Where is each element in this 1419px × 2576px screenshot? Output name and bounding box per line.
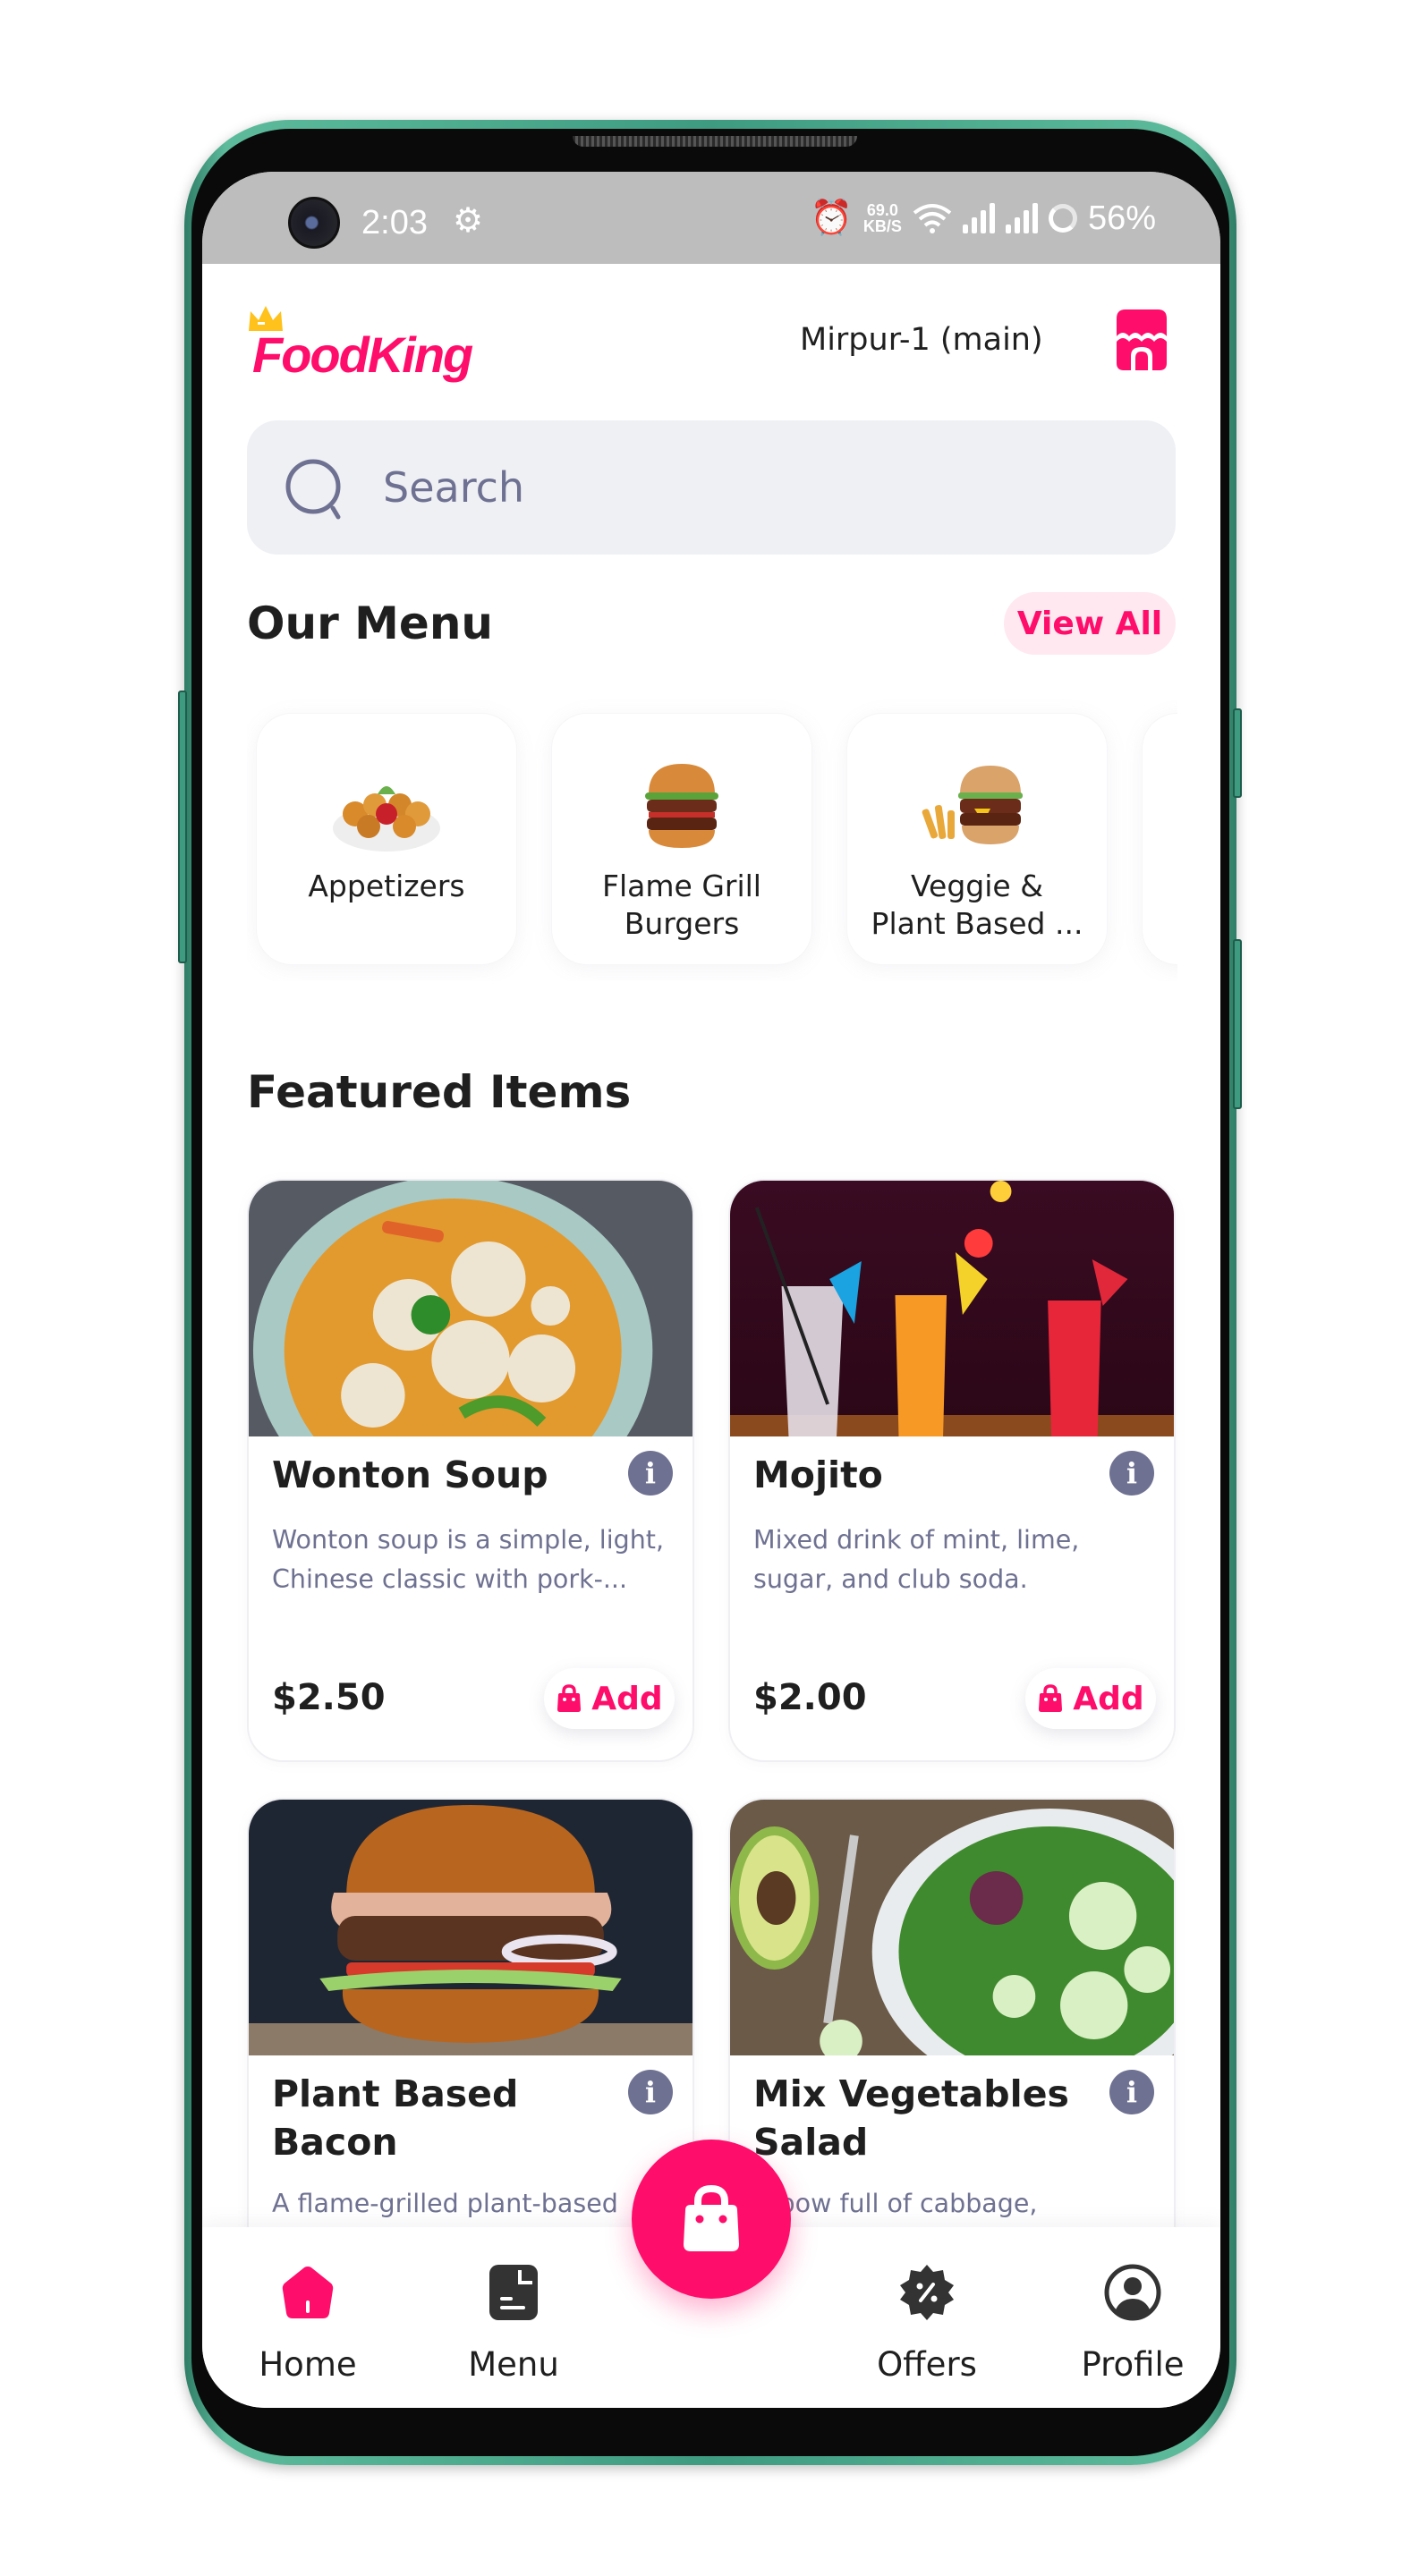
search-input[interactable] bbox=[383, 420, 1143, 555]
side-button-right bbox=[1233, 939, 1242, 1109]
category-label: 1 bbox=[1165, 868, 1177, 905]
info-icon[interactable]: i bbox=[628, 1451, 673, 1496]
alarm-icon: ⏰ bbox=[810, 199, 853, 237]
item-description: A bow full of cabbage, bbox=[753, 2189, 1038, 2218]
nav-item-offers[interactable]: Offers bbox=[846, 2263, 1007, 2384]
shopping-bag-icon bbox=[1039, 1684, 1063, 1712]
net-speed-value: 69.0 bbox=[866, 201, 898, 219]
nav-label: Home bbox=[259, 2345, 357, 2384]
power-button-right bbox=[1233, 708, 1242, 798]
veggie-burger-image bbox=[922, 766, 1023, 844]
shopping-bag-icon bbox=[684, 2184, 739, 2251]
nav-item-home[interactable]: Home bbox=[227, 2263, 388, 2384]
earpiece-speaker bbox=[573, 136, 857, 147]
net-speed-unit: KB/S bbox=[862, 217, 902, 235]
wifi-icon bbox=[913, 204, 952, 233]
salad-photo bbox=[730, 1800, 1174, 2055]
status-time: 2:03 bbox=[361, 204, 428, 242]
battery-ring-icon bbox=[1048, 204, 1077, 233]
category-label: Veggie & Plant Based ... bbox=[871, 869, 1083, 941]
plant-burger-photo bbox=[249, 1800, 693, 2055]
signal-icon bbox=[1005, 203, 1038, 233]
foodking-logo[interactable]: FoodKing bbox=[247, 304, 497, 389]
nav-label: Menu bbox=[468, 2345, 559, 2384]
phone-screen: 2:03 ⚙ ⏰ 69.0 KB/S 56% FoodKing Mirpur-1… bbox=[202, 172, 1220, 2408]
info-icon[interactable]: i bbox=[1109, 2070, 1154, 2114]
nav-label: Offers bbox=[877, 2345, 977, 2384]
home-icon bbox=[282, 2267, 334, 2318]
view-all-button[interactable]: View All bbox=[1004, 592, 1176, 655]
settings-gear-icon: ⚙ bbox=[453, 202, 484, 240]
search-bar[interactable] bbox=[247, 420, 1176, 555]
info-icon[interactable]: i bbox=[1109, 1451, 1154, 1496]
nav-item-menu[interactable]: Menu bbox=[433, 2263, 594, 2384]
profile-icon bbox=[1104, 2264, 1161, 2321]
our-menu-title: Our Menu bbox=[247, 597, 494, 649]
featured-items-title: Featured Items bbox=[247, 1066, 632, 1118]
category-card-partial[interactable]: 1 bbox=[1142, 713, 1177, 965]
add-label: Add bbox=[1073, 1680, 1144, 1717]
wonton-soup-photo bbox=[249, 1181, 693, 1436]
mojito-photo bbox=[730, 1181, 1174, 1436]
item-price: $2.50 bbox=[272, 1677, 386, 1718]
item-description: Mixed drink of mint, lime, sugar, and cl… bbox=[753, 1525, 1080, 1594]
item-name: Wonton Soup bbox=[272, 1453, 548, 1496]
nav-item-profile[interactable]: Profile bbox=[1052, 2263, 1213, 2384]
category-label: Appetizers bbox=[308, 869, 465, 903]
offer-badge-icon bbox=[900, 2265, 954, 2320]
category-card-flame-grill-burgers[interactable]: Flame Grill Burgers bbox=[551, 713, 812, 965]
battery-percent: 56% bbox=[1087, 199, 1156, 237]
item-name: Mojito bbox=[753, 1453, 883, 1496]
info-icon[interactable]: i bbox=[628, 2070, 673, 2114]
add-label: Add bbox=[591, 1680, 663, 1717]
featured-card-mojito[interactable]: Mojito i Mixed drink of mint, lime, suga… bbox=[728, 1179, 1176, 1762]
search-icon bbox=[285, 459, 341, 520]
category-carousel[interactable]: Appetizers Flame Grill Burgers Veggie & … bbox=[247, 686, 1177, 981]
signal-icon bbox=[962, 203, 995, 233]
item-description: Wonton soup is a simple, light, Chinese … bbox=[272, 1525, 665, 1594]
status-icons: ⏰ 69.0 KB/S 56% bbox=[811, 199, 1156, 238]
cart-fab-button[interactable] bbox=[632, 2140, 791, 2299]
status-bar: 2:03 ⚙ ⏰ 69.0 KB/S 56% bbox=[202, 172, 1220, 264]
item-price: $2.00 bbox=[753, 1677, 867, 1718]
burger-image bbox=[645, 764, 718, 848]
front-camera bbox=[288, 197, 340, 249]
category-label: Flame Grill Burgers bbox=[602, 869, 761, 941]
logo-text: FoodKing bbox=[252, 326, 473, 383]
category-card-appetizers[interactable]: Appetizers bbox=[256, 713, 517, 965]
add-to-cart-button[interactable]: Add bbox=[1025, 1668, 1156, 1729]
featured-card-wonton-soup[interactable]: Wonton Soup i Wonton soup is a simple, l… bbox=[247, 1179, 694, 1762]
add-to-cart-button[interactable]: Add bbox=[544, 1668, 675, 1729]
store-button[interactable] bbox=[1111, 308, 1172, 372]
item-name: Mix Vegetables Salad bbox=[753, 2072, 1069, 2164]
category-card-veggie-plant-based[interactable]: Veggie & Plant Based ... bbox=[846, 713, 1108, 965]
store-icon bbox=[1117, 309, 1167, 370]
net-speed: 69.0 KB/S bbox=[863, 202, 902, 234]
nav-label: Profile bbox=[1081, 2345, 1185, 2384]
item-description: A flame-grilled plant-based bbox=[272, 2189, 618, 2218]
item-name: Plant Based Bacon bbox=[272, 2072, 519, 2164]
appetizers-image bbox=[333, 786, 440, 852]
volume-button-left bbox=[178, 691, 187, 963]
menu-doc-icon bbox=[489, 2265, 538, 2320]
shopping-bag-icon bbox=[557, 1684, 582, 1712]
branch-selector[interactable]: Mirpur-1 (main) bbox=[800, 322, 1043, 358]
